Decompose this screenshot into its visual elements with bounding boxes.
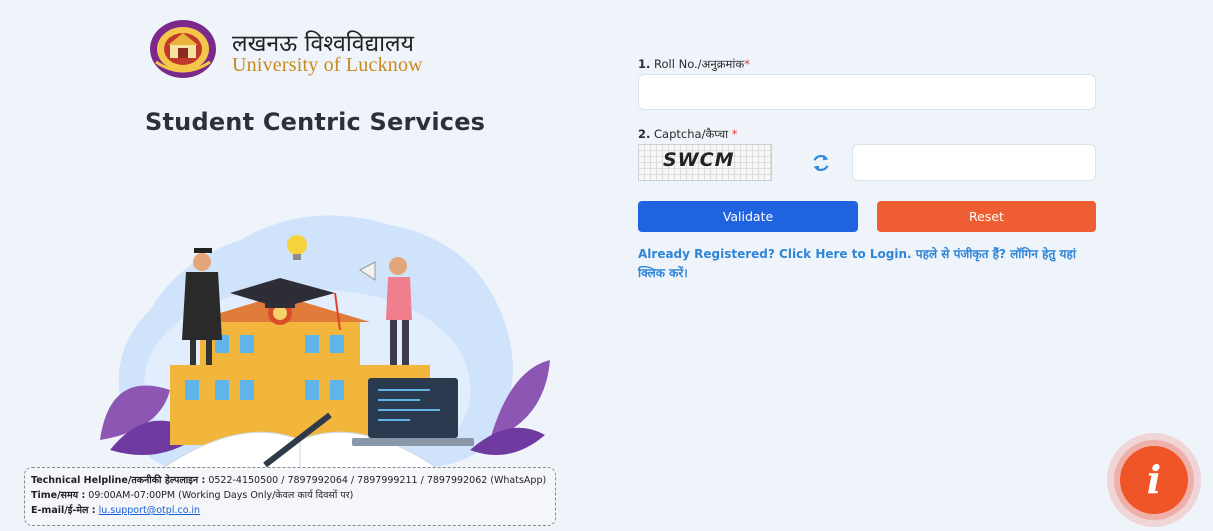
refresh-icon[interactable] bbox=[810, 152, 832, 174]
info-glyph: i bbox=[1146, 457, 1162, 502]
captcha-number: 2. bbox=[638, 127, 651, 141]
info-icon: i bbox=[1120, 446, 1188, 514]
time-label: Time/समय : bbox=[31, 490, 86, 501]
contact-info-box: Technical Helpline/तकनीकी हेल्पलाइन : 05… bbox=[24, 467, 556, 526]
email-label: E-mail/ई-मेल : bbox=[31, 505, 96, 516]
captcha-input[interactable] bbox=[852, 144, 1096, 181]
captcha-text: Captcha/कैप्चा bbox=[650, 127, 732, 141]
captcha-image: SWCM bbox=[638, 144, 772, 181]
validate-button[interactable]: Validate bbox=[638, 201, 858, 232]
info-button[interactable]: i bbox=[1107, 433, 1201, 527]
page-title: Student Centric Services bbox=[145, 108, 486, 136]
captcha-label: 2. Captcha/कैप्चा * bbox=[638, 127, 738, 142]
required-mark: * bbox=[731, 127, 738, 141]
required-mark: * bbox=[744, 57, 750, 71]
campus-illustration bbox=[100, 215, 550, 471]
email-line: E-mail/ई-मेल : lu.support@otpl.co.in bbox=[31, 503, 549, 518]
roll-no-input[interactable] bbox=[638, 74, 1096, 110]
roll-no-number: 1. bbox=[638, 57, 651, 71]
helpline-line: Technical Helpline/तकनीकी हेल्पलाइन : 05… bbox=[31, 473, 549, 488]
university-name-english: University of Lucknow bbox=[232, 54, 423, 76]
time-value: 09:00AM-07:00PM (Working Days Only/केवल … bbox=[85, 490, 354, 501]
roll-no-text: Roll No./अनुक्रमांक bbox=[650, 57, 745, 71]
helpline-value: 0522-4150500 / 7897992064 / 7897999211 /… bbox=[205, 475, 547, 486]
email-link[interactable]: lu.support@otpl.co.in bbox=[99, 505, 200, 516]
reset-button[interactable]: Reset bbox=[877, 201, 1096, 232]
university-logo bbox=[150, 20, 216, 78]
time-line: Time/समय : 09:00AM-07:00PM (Working Days… bbox=[31, 488, 549, 503]
left-panel: लखनऊ विश्वविद्यालय University of Lucknow… bbox=[0, 0, 600, 531]
captcha-code: SWCM bbox=[663, 149, 735, 171]
login-link[interactable]: Already Registered? Click Here to Login.… bbox=[638, 245, 1088, 283]
roll-no-label: 1. Roll No./अनुक्रमांक* bbox=[638, 57, 750, 72]
helpline-label: Technical Helpline/तकनीकी हेल्पलाइन : bbox=[31, 475, 206, 486]
login-form: 1. Roll No./अनुक्रमांक* 2. Captcha/कैप्च… bbox=[630, 0, 1110, 531]
